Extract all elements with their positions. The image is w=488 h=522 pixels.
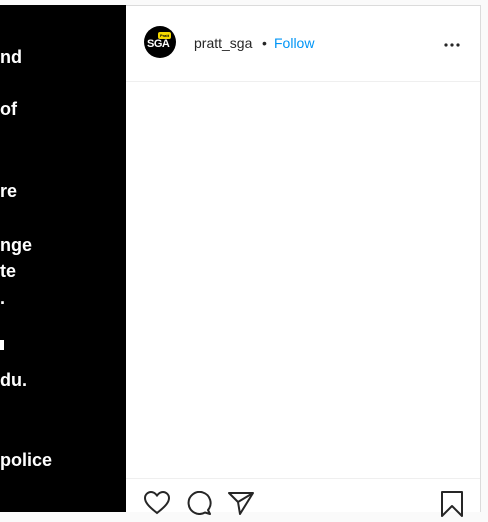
media-text-line: police xyxy=(0,450,53,470)
username-link[interactable]: pratt_sga xyxy=(194,35,252,51)
media-text-line: re xyxy=(0,181,18,201)
media-text-line: . xyxy=(0,288,6,308)
post-sidebar: Pratt SGA pratt_sga • Follow xyxy=(126,5,481,517)
media-text-line: du. xyxy=(0,370,27,390)
avatar[interactable]: Pratt SGA xyxy=(144,26,176,58)
paper-plane-icon[interactable] xyxy=(228,491,254,520)
media-text-fragment xyxy=(0,340,4,350)
media-text-line: nge xyxy=(0,235,33,255)
media-text-line: nd xyxy=(0,47,22,67)
post-media-image: nd of re nge te . du. police xyxy=(0,5,126,512)
follow-button[interactable]: Follow xyxy=(274,35,314,51)
comment-icon[interactable] xyxy=(186,490,212,520)
media-text-line: te xyxy=(0,261,17,281)
bookmark-icon[interactable] xyxy=(441,491,463,522)
media-text-line: of xyxy=(0,99,17,119)
separator-dot: • xyxy=(262,35,267,51)
ellipsis-icon[interactable] xyxy=(444,34,460,52)
heart-icon[interactable] xyxy=(143,490,171,520)
avatar-text: SGA xyxy=(147,38,170,50)
post-header: Pratt SGA pratt_sga • Follow xyxy=(126,6,480,82)
action-bar xyxy=(126,478,480,517)
